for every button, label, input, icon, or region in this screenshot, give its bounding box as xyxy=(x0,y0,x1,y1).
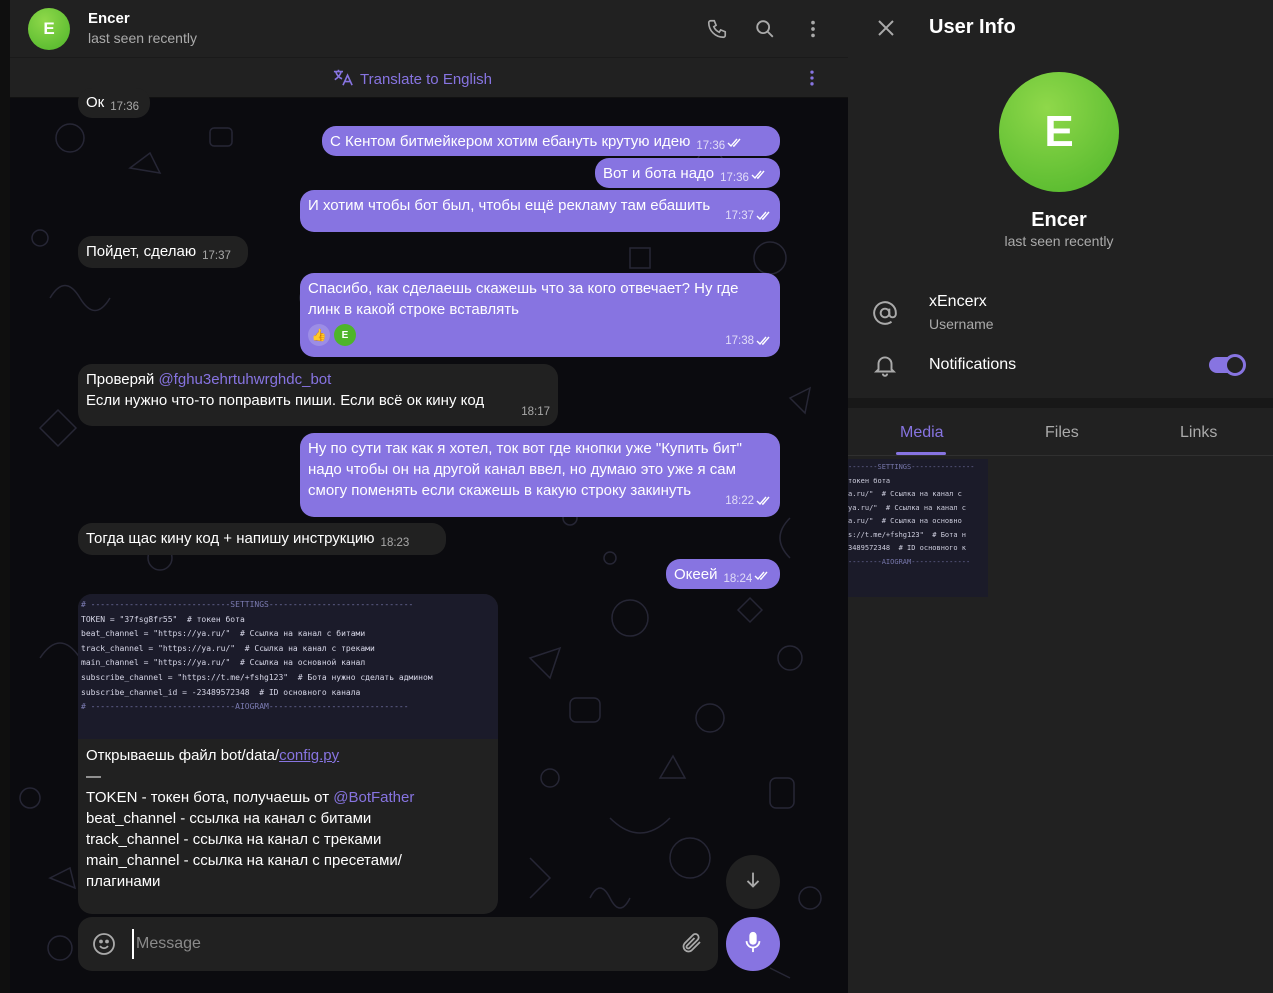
telegram-app: E Encer last seen recently Translate to … xyxy=(0,0,1273,993)
phone-icon[interactable] xyxy=(704,16,730,42)
notifications-toggle[interactable] xyxy=(1209,354,1246,376)
message-time: 18:23 xyxy=(380,537,410,549)
media-thumbnail[interactable]: -------SETTINGS--------------- токен бота… xyxy=(848,459,988,597)
microphone-button[interactable] xyxy=(726,917,780,971)
username-label: Username xyxy=(929,316,994,332)
double-check-icon xyxy=(756,208,772,229)
message-bubble[interactable]: Спасибо, как сделаешь скажешь что за ког… xyxy=(300,273,780,357)
thumbs-up-reaction[interactable]: 👍 xyxy=(308,324,330,346)
message-text: Ну по сути так как я хотел, ток вот где … xyxy=(308,440,742,499)
config-file-link[interactable]: config.py xyxy=(279,747,339,764)
message-bubble[interactable]: Проверяй @fghu3ehrtuhwrghdc_bot Если нуж… xyxy=(78,364,558,426)
double-check-icon xyxy=(756,493,772,514)
message-text: Вот и бота надо xyxy=(603,165,715,182)
contact-name[interactable]: Encer xyxy=(88,10,130,27)
double-check-icon xyxy=(756,333,772,354)
reaction-avatar: E xyxy=(334,324,356,346)
translate-button[interactable]: Translate to English xyxy=(332,67,492,91)
microphone-icon xyxy=(742,930,764,959)
media-tabs: Media Files Links xyxy=(848,408,1273,456)
message-text: И хотим чтобы бот был, чтобы ещё рекламу… xyxy=(308,197,711,214)
bell-icon xyxy=(872,352,898,383)
message-text: Тогда щас кину код + напишу инструкцию xyxy=(86,530,375,547)
message-text: Проверяй xyxy=(86,371,159,388)
double-check-icon xyxy=(751,165,767,186)
reactions[interactable]: 👍 E xyxy=(308,324,772,346)
message-text: Пойдет, сделаю xyxy=(86,243,197,260)
toggle-knob xyxy=(1224,354,1246,376)
paperclip-icon[interactable] xyxy=(680,931,704,960)
message-text: Ок xyxy=(86,94,105,111)
message-text: Спасибо, как сделаешь скажешь что за ког… xyxy=(308,280,739,318)
message-time: 18:24 xyxy=(723,573,753,585)
bot-mention-link[interactable]: @fghu3ehrtuhwrghdc_bot xyxy=(158,371,331,388)
panel-title: User Info xyxy=(929,16,1016,38)
message-time: 17:36 xyxy=(720,172,749,184)
message-bubble[interactable]: И хотим чтобы бот был, чтобы ещё рекламу… xyxy=(300,190,780,232)
message-composer xyxy=(78,917,718,971)
smile-icon[interactable] xyxy=(92,932,116,961)
translate-more-icon[interactable] xyxy=(802,68,822,93)
code-message-bubble[interactable]: # -----------------------------SETTINGS-… xyxy=(78,594,498,914)
close-icon[interactable] xyxy=(874,16,898,45)
profile-name: Encer xyxy=(1031,209,1087,231)
search-icon[interactable] xyxy=(752,16,778,42)
message-time: 17:37 xyxy=(725,206,772,229)
username-value[interactable]: xEncerx xyxy=(929,293,987,311)
message-bubble[interactable]: Пойдет, сделаю 17:37 xyxy=(78,236,248,268)
scroll-down-button[interactable] xyxy=(726,855,780,909)
tab-media[interactable]: Media xyxy=(900,424,944,442)
message-input[interactable] xyxy=(132,929,672,959)
message-time: 17:38 xyxy=(725,331,772,354)
message-bubble[interactable]: Ну по сути так как я хотел, ток вот где … xyxy=(300,433,780,517)
chat-header[interactable]: E Encer last seen recently xyxy=(10,0,848,58)
message-bubble[interactable]: Ок 17:36 xyxy=(78,88,150,118)
notifications-label: Notifications xyxy=(929,356,1017,373)
double-check-icon xyxy=(727,133,743,154)
double-check-icon xyxy=(754,566,770,587)
message-bubble[interactable]: Океей 18:24 xyxy=(666,559,780,589)
message-text: Если нужно что-то поправить пиши. Если в… xyxy=(86,392,485,409)
message-bubble[interactable]: Тогда щас кину код + напишу инструкцию 18… xyxy=(78,523,446,555)
avatar[interactable]: E xyxy=(28,8,70,50)
code-screenshot-image[interactable]: # -----------------------------SETTINGS-… xyxy=(78,594,498,739)
message-bubble[interactable]: Вот и бота надо 17:36 xyxy=(595,158,780,188)
message-time: 17:37 xyxy=(202,250,231,262)
message-bubble[interactable]: С Кентом битмейкером хотим ебануть круту… xyxy=(322,126,780,156)
message-time: 17:36 xyxy=(696,140,726,152)
active-tab-indicator xyxy=(896,452,946,455)
profile-status: last seen recently xyxy=(1004,233,1114,249)
message-time: 18:17 xyxy=(521,406,550,418)
more-vertical-icon[interactable] xyxy=(800,16,826,42)
chat-column: E Encer last seen recently Translate to … xyxy=(10,0,848,993)
translate-label: Translate to English xyxy=(360,70,493,88)
message-time: 17:36 xyxy=(110,101,140,113)
tab-links[interactable]: Links xyxy=(1180,424,1217,442)
at-sign-icon xyxy=(872,300,898,331)
translate-icon xyxy=(332,67,354,91)
profile-avatar[interactable]: E xyxy=(999,72,1119,192)
user-info-panel: User Info E Encer last seen recently xEn… xyxy=(848,0,1273,993)
arrow-down-icon xyxy=(742,869,764,896)
message-time: 18:22 xyxy=(725,491,772,514)
tab-files[interactable]: Files xyxy=(1045,424,1079,442)
section-separator xyxy=(848,398,1273,408)
contact-status: last seen recently xyxy=(88,30,197,46)
message-text: С Кентом битмейкером хотим ебануть круту… xyxy=(330,133,691,150)
botfather-mention-link[interactable]: @BotFather xyxy=(333,789,414,806)
message-text: Океей xyxy=(674,566,718,583)
code-message-caption: Открываешь файл bot/data/config.py — TOK… xyxy=(86,747,415,890)
